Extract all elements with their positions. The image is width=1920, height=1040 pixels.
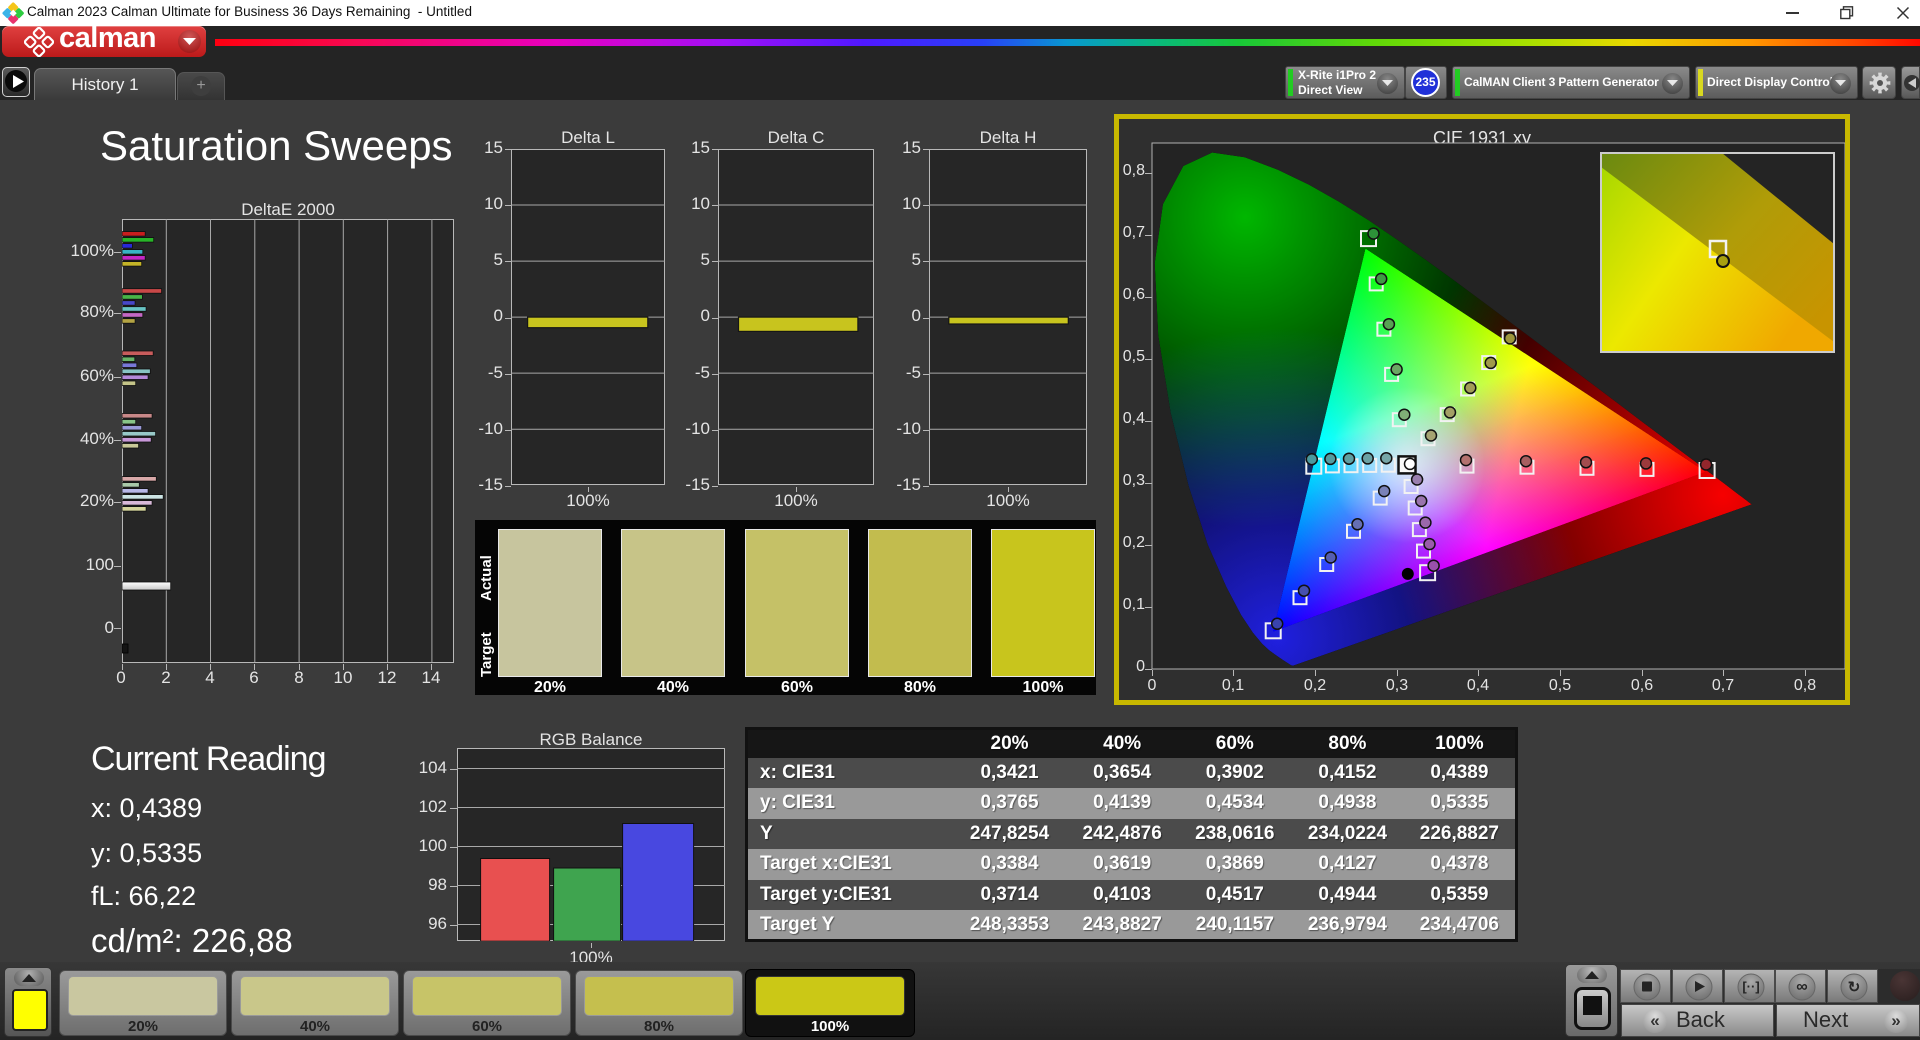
svg-text:↻: ↻ [1847, 979, 1860, 996]
svg-text:[··]: [··] [1742, 979, 1759, 994]
svg-text:∞: ∞ [1796, 979, 1807, 996]
